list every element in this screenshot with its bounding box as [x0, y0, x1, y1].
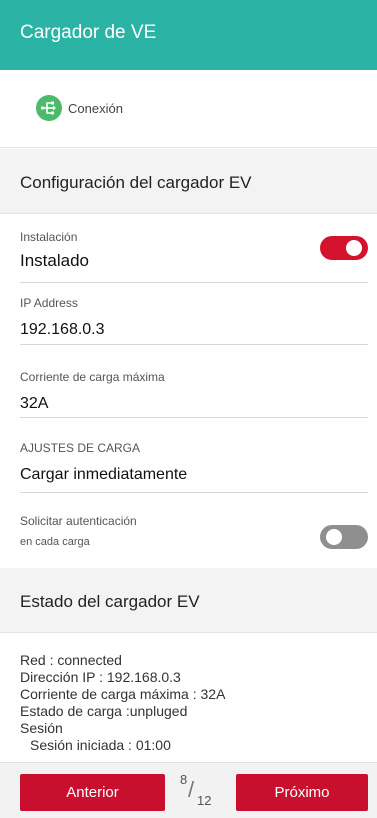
toggle-knob: [346, 240, 362, 256]
status-line: Sesión iniciada : 01:00: [30, 737, 171, 753]
status-line: Estado de carga :unpluged: [20, 703, 188, 719]
input-underline: [20, 492, 368, 493]
charge-settings-label: AJUSTES DE CARGA: [20, 441, 141, 455]
max-current-label: Corriente de carga máxima: [20, 370, 165, 384]
input-underline: [20, 417, 368, 418]
auth-field: Solicitar autenticación en cada carga: [20, 514, 368, 564]
page-indicator: 8 / 12: [175, 772, 225, 812]
status-section-title: Estado del cargador EV: [20, 592, 200, 611]
installation-field: Instalación Instalado: [20, 230, 368, 283]
next-button[interactable]: Próximo: [236, 774, 368, 811]
config-section-header: Configuración del cargador EV: [0, 149, 377, 214]
previous-button[interactable]: Anterior: [20, 774, 165, 811]
toggle-knob: [326, 529, 342, 545]
connection-step: Conexión: [0, 70, 377, 148]
installation-label: Instalación: [20, 230, 78, 244]
status-line: Sesión: [20, 720, 63, 736]
auth-sublabel: en cada carga: [20, 536, 90, 548]
installation-toggle[interactable]: [320, 236, 368, 260]
status-line: Corriente de carga máxima : 32A: [20, 686, 226, 702]
auth-label: Solicitar autenticación: [20, 514, 137, 528]
ip-address-field[interactable]: IP Address 192.168.0.3: [20, 296, 368, 346]
app-header: Cargador de VE: [0, 0, 377, 70]
page-total: 12: [197, 793, 212, 808]
ip-address-value[interactable]: 192.168.0.3: [20, 321, 368, 339]
status-list: Red : connected Dirección IP : 192.168.0…: [20, 652, 360, 762]
input-underline: [20, 344, 368, 345]
page-slash: /: [188, 777, 195, 802]
status-line: Dirección IP : 192.168.0.3: [20, 669, 181, 685]
config-section-title: Configuración del cargador EV: [20, 173, 252, 192]
max-current-value[interactable]: 32A: [20, 395, 368, 413]
status-section-header: Estado del cargador EV: [0, 568, 377, 633]
divider: [20, 282, 368, 283]
max-current-field[interactable]: Corriente de carga máxima 32A: [20, 370, 368, 420]
connection-label: Conexión: [68, 101, 123, 116]
usb-connection-icon: [36, 95, 62, 121]
charge-settings-value[interactable]: Cargar inmediatamente: [20, 466, 368, 484]
ip-address-label: IP Address: [20, 296, 78, 310]
charge-settings-field[interactable]: AJUSTES DE CARGA Cargar inmediatamente: [20, 441, 368, 493]
status-line: Red : connected: [20, 652, 122, 668]
installation-value: Instalado: [20, 251, 89, 270]
page-current: 8: [180, 772, 188, 787]
footer-bar: Anterior 8 / 12 Próximo: [0, 762, 377, 818]
auth-toggle[interactable]: [320, 525, 368, 549]
page-title: Cargador de VE: [20, 22, 157, 43]
